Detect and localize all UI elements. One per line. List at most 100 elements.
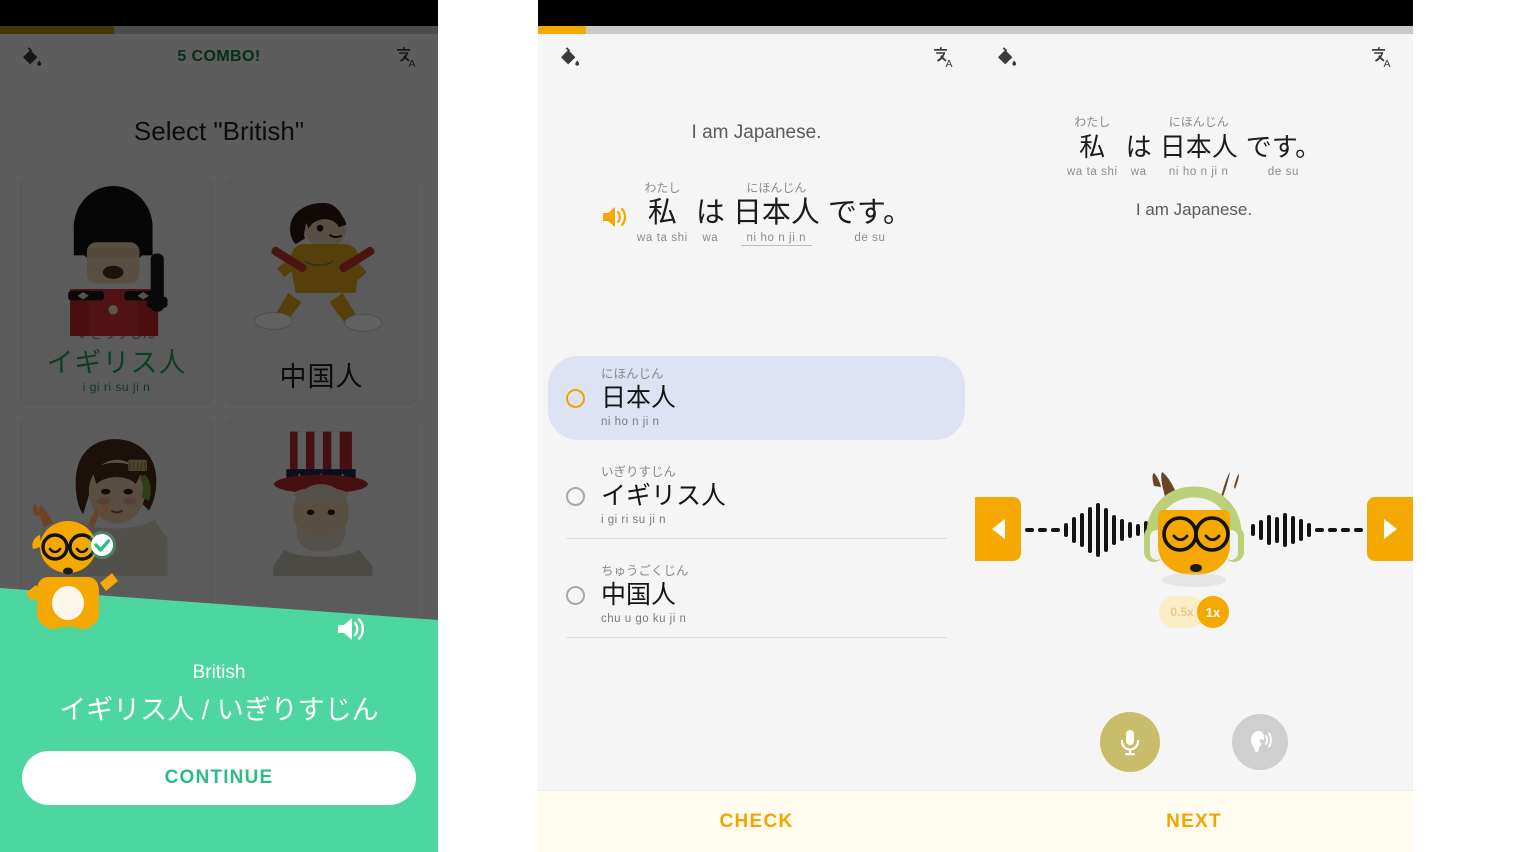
- option-word: 日本人: [601, 384, 677, 412]
- playback-speed-toggle[interactable]: 0.5x 1x: [975, 596, 1413, 628]
- speed-normal-option[interactable]: 1x: [1197, 596, 1229, 628]
- wave-dash: [1328, 528, 1337, 532]
- lesson-progress-bar: [0, 26, 438, 34]
- token-romaji: de su: [1267, 166, 1299, 178]
- wave-bar: [1275, 517, 1279, 543]
- answer-card-british[interactable]: いぎりすじん イギリス人 i gi ri su ji n: [20, 177, 213, 405]
- answer-card-chinese[interactable]: 中国人: [225, 177, 418, 405]
- sentence-token[interactable]: は wa: [696, 180, 725, 246]
- paint-bucket-icon[interactable]: [552, 40, 586, 74]
- token-kanji: 日本人: [1159, 132, 1238, 162]
- english-translation: I am Japanese.: [1135, 200, 1253, 219]
- panel2-topbar: A: [538, 34, 975, 80]
- card-word: 中国人: [279, 362, 364, 392]
- android-status-bar: [975, 0, 1413, 26]
- svg-text:A: A: [1384, 58, 1391, 70]
- token-kanji: は: [695, 197, 725, 229]
- token-kanji: 日本人: [732, 197, 820, 229]
- continue-button[interactable]: CONTINUE: [22, 751, 416, 805]
- wave-dash: [1354, 528, 1363, 532]
- wave-bar: [1072, 517, 1076, 543]
- token-romaji: wa ta shi: [1066, 166, 1118, 178]
- option-furigana: いぎりすじん: [601, 465, 677, 479]
- sentence-token[interactable]: にほんじん 日本人 ni ho n ji n: [1160, 114, 1238, 180]
- radio-button[interactable]: [566, 486, 585, 506]
- wave-bar: [1080, 513, 1084, 547]
- token-furigana: にほんじん: [1168, 115, 1229, 129]
- sentence-token[interactable]: わたし 私 wa ta shi: [1067, 114, 1118, 180]
- deer-mascot: [22, 499, 118, 634]
- wave-bar: [1096, 503, 1100, 557]
- panel3-topbar: A: [975, 34, 1413, 80]
- option-furigana: にほんじん: [601, 367, 664, 381]
- token-romaji: wa: [1130, 166, 1147, 178]
- android-status-bar: [0, 0, 438, 26]
- audio-player: [975, 470, 1413, 590]
- option-romaji: chu u go ku ji n: [601, 613, 687, 625]
- card-romaji: i gi ri su ji n: [82, 380, 151, 394]
- right-triangle-icon: [1383, 519, 1397, 539]
- lesson-progress-fill: [0, 26, 114, 34]
- result-english: British: [192, 662, 246, 683]
- wave-bar: [1128, 522, 1132, 538]
- sentence-token[interactable]: は wa: [1126, 114, 1152, 180]
- wave-bar: [1251, 524, 1255, 536]
- paint-bucket-icon[interactable]: [989, 40, 1023, 74]
- token-furigana: わたし: [644, 181, 681, 195]
- token-romaji: ni ho n ji n: [740, 230, 813, 246]
- wave-dash: [1051, 528, 1060, 532]
- option-igirisujin[interactable]: いぎりすじん イギリス人 i gi ri su ji n: [548, 454, 965, 538]
- token-furigana: にほんじん: [746, 181, 807, 195]
- japanese-sentence: わたし 私 wa ta shi は wa にほんじん 日本人 ni ho n j…: [975, 114, 1413, 180]
- next-arrow-icon[interactable]: [1367, 497, 1413, 561]
- option-nihonjin[interactable]: にほんじん 日本人 ni ho n ji n: [548, 356, 965, 440]
- result-japanese: イギリス人 / いぎりすじん: [59, 695, 379, 725]
- token-romaji: de su: [854, 232, 886, 244]
- svg-text:A: A: [946, 58, 953, 70]
- option-word: 中国人: [601, 581, 677, 609]
- token-kanji: 私: [647, 197, 677, 229]
- wave-bar: [1259, 520, 1263, 540]
- option-word: イギリス人: [601, 482, 727, 510]
- token-furigana: わたし: [1074, 115, 1111, 129]
- answer-options: にほんじん 日本人 ni ho n ji n いぎりすじん イギリス人 i gi…: [538, 356, 975, 638]
- radio-button[interactable]: [566, 585, 585, 605]
- token-kanji: 私: [1079, 132, 1106, 162]
- panel-gap: [438, 0, 538, 852]
- uncle-sam-illustration: [226, 426, 417, 580]
- ear-listen-icon[interactable]: [1232, 714, 1288, 770]
- previous-arrow-icon[interactable]: [975, 497, 1021, 561]
- translate-icon[interactable]: A: [927, 40, 961, 74]
- speaker-icon[interactable]: [601, 206, 627, 246]
- sentence-token[interactable]: です。 de su: [1246, 114, 1321, 180]
- sentence-token-target[interactable]: にほんじん 日本人 ni ho n ji n: [733, 180, 820, 246]
- lesson-progress-bar: [975, 26, 1413, 34]
- speaker-icon[interactable]: [336, 616, 366, 647]
- panel-multiple-choice: A I am Japanese. わたし 私 wa ta shi は wa にほ…: [538, 0, 975, 852]
- wave-bar: [1112, 515, 1116, 545]
- translate-icon[interactable]: A: [1365, 40, 1399, 74]
- android-status-bar: [538, 0, 975, 26]
- kungfu-man-illustration: [226, 186, 417, 336]
- wave-dash: [1038, 528, 1047, 532]
- three-panel-screenshot: 5 COMBO! A Select "British" イギリス人 i gi r…: [0, 0, 1514, 852]
- wave-dash: [1341, 528, 1350, 532]
- sentence-token[interactable]: わたし 私 wa ta shi: [637, 180, 688, 246]
- option-divider: [566, 637, 947, 638]
- sentence-token[interactable]: です。 de su: [828, 180, 912, 246]
- check-button[interactable]: CHECK: [538, 790, 975, 852]
- token-kanji: です。: [1245, 132, 1322, 162]
- radio-button-selected[interactable]: [566, 388, 585, 408]
- token-kanji: は: [1125, 132, 1152, 162]
- next-button[interactable]: NEXT: [975, 790, 1413, 852]
- deer-mascot-headphones: [1134, 470, 1254, 593]
- token-romaji: wa: [702, 232, 719, 244]
- token-romaji: wa ta shi: [637, 232, 688, 244]
- option-chuugokujin[interactable]: ちゅうごくじん 中国人 chu u go ku ji n: [548, 553, 965, 637]
- waveform-right: [1251, 500, 1363, 560]
- lesson-progress-bar: [538, 26, 975, 34]
- microphone-icon[interactable]: [1100, 712, 1160, 772]
- combo-counter: 5 COMBO!: [177, 48, 261, 65]
- token-romaji: ni ho n ji n: [1168, 166, 1229, 178]
- token-kanji: です。: [827, 197, 912, 229]
